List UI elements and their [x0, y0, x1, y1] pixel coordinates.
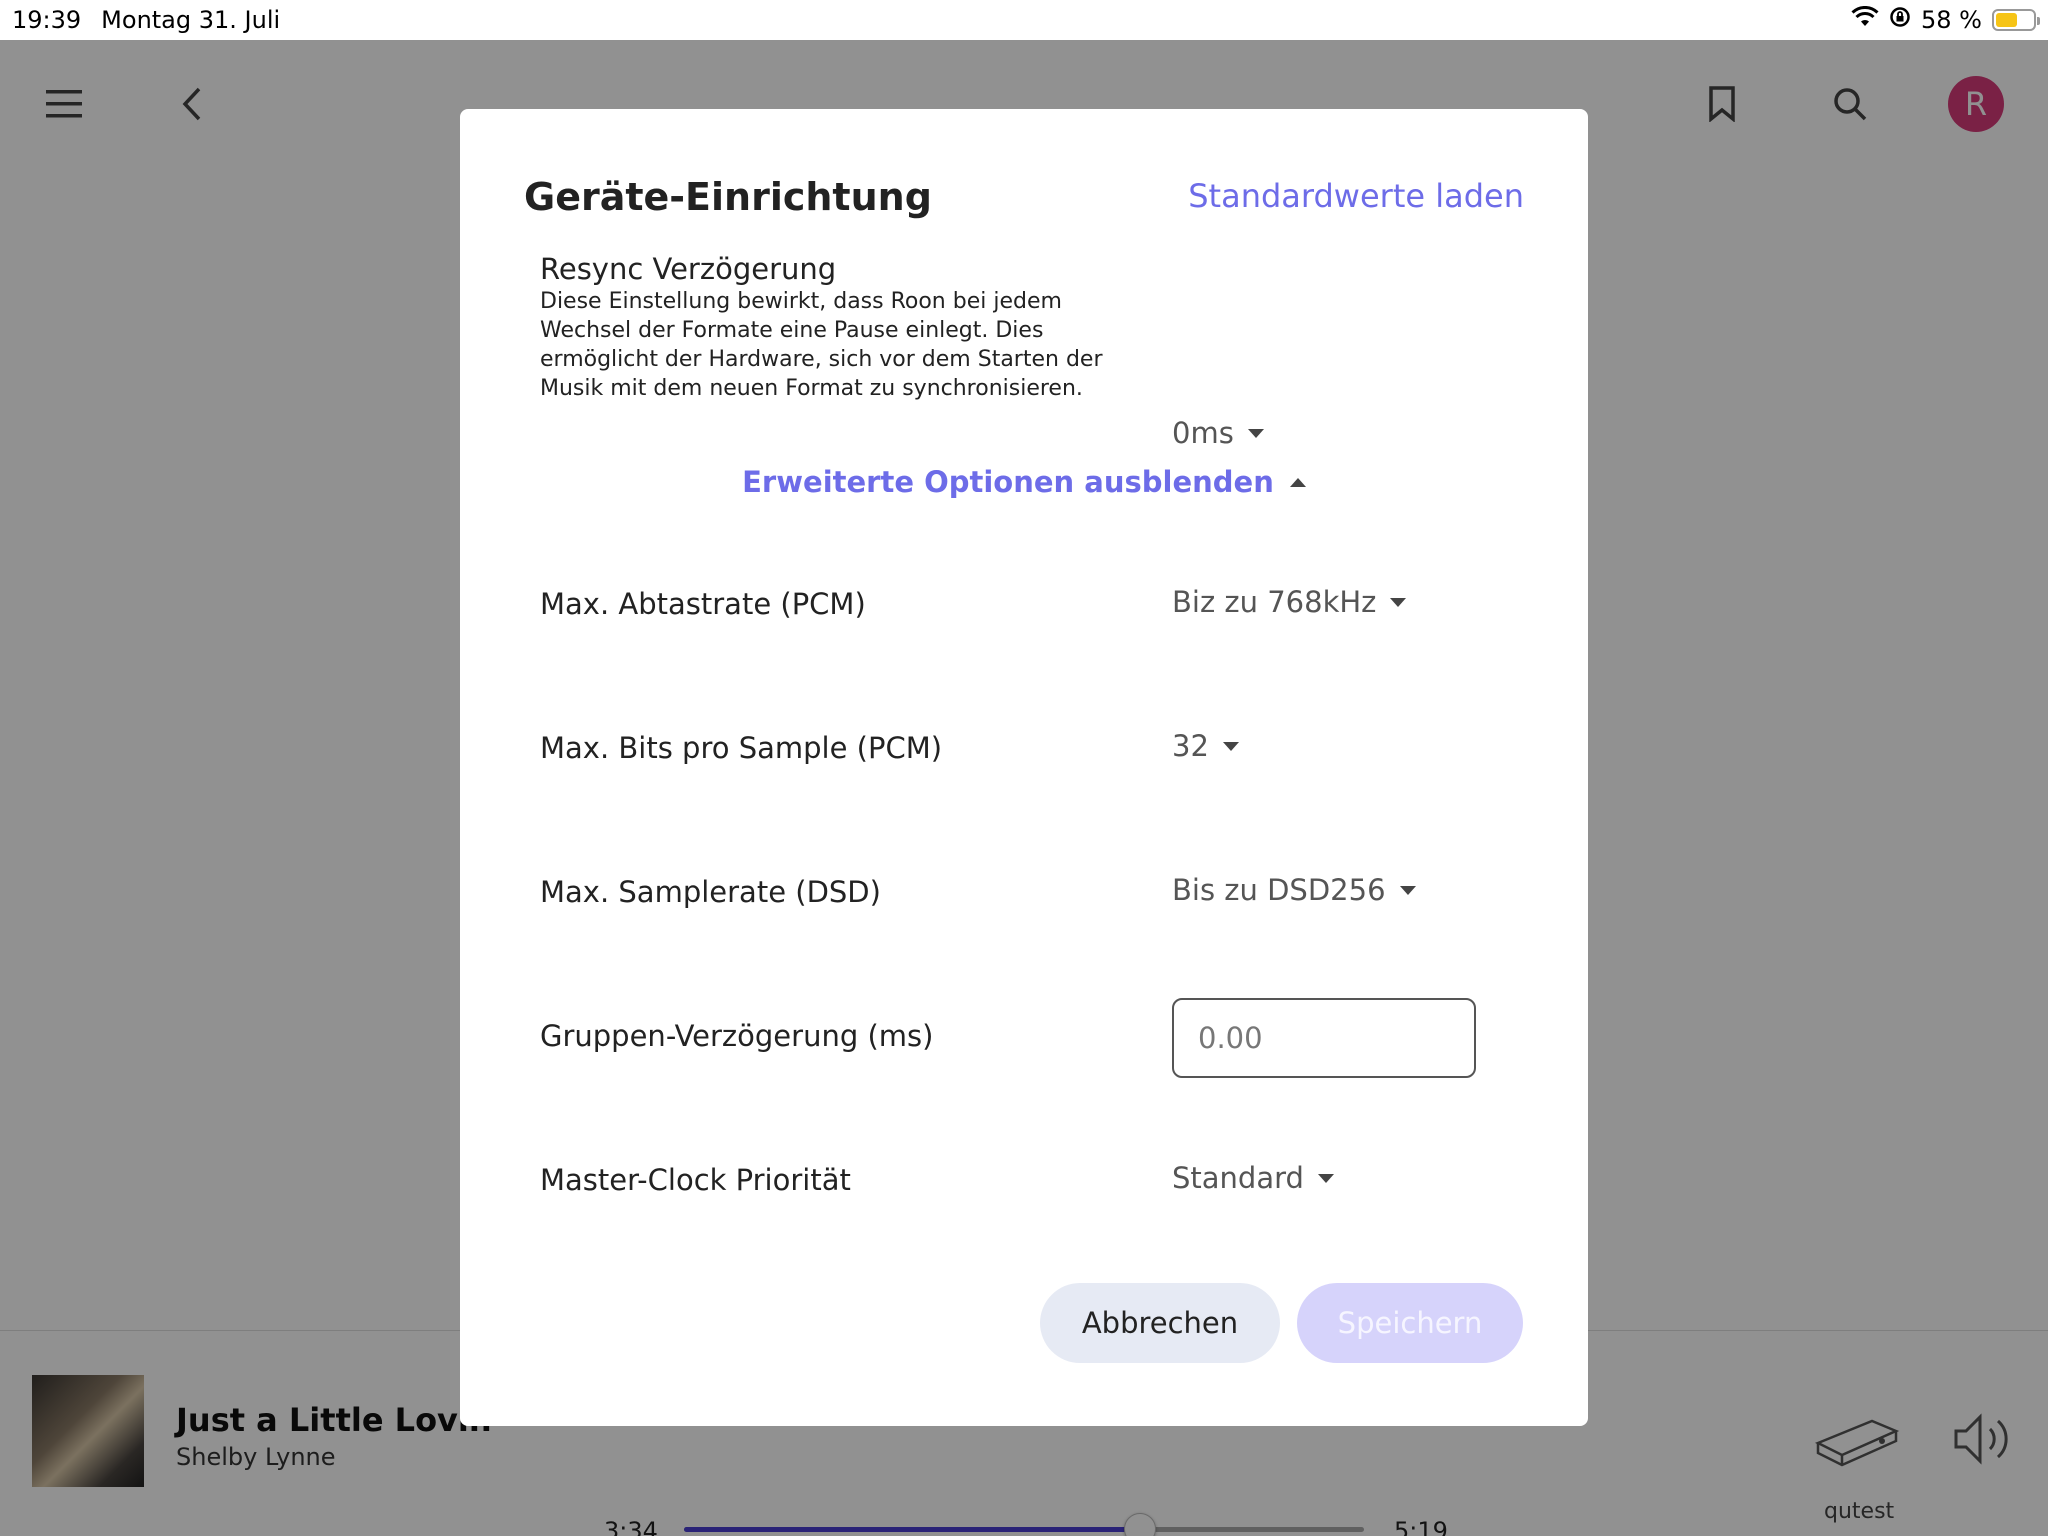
chevron-down-icon [1390, 597, 1407, 607]
master-clock-priority-value: Standard [1172, 1161, 1304, 1195]
status-bar: 19:39 Montag 31. Juli 58 % [0, 0, 2048, 40]
load-defaults-link[interactable]: Standardwerte laden [1188, 177, 1524, 215]
max-bits-pcm-label: Max. Bits pro Sample (PCM) [540, 731, 943, 765]
cancel-button[interactable]: Abbrechen [1040, 1283, 1280, 1363]
resync-delay-label: Resync Verzögerung [540, 252, 837, 286]
chevron-down-icon [1222, 741, 1239, 751]
battery-icon [1992, 9, 2040, 31]
max-sample-rate-pcm-dropdown[interactable]: Biz zu 768kHz [1172, 585, 1407, 619]
max-sample-rate-pcm-label: Max. Abtastrate (PCM) [540, 587, 866, 621]
save-button[interactable]: Speichern [1297, 1283, 1523, 1363]
toggle-advanced-options[interactable]: Erweiterte Optionen ausblenden [460, 465, 1588, 499]
dialog-title: Geräte-Einrichtung [524, 175, 932, 219]
chevron-down-icon [1247, 428, 1264, 438]
resync-delay-value: 0ms [1172, 416, 1234, 450]
resync-delay-dropdown[interactable]: 0ms [1172, 416, 1264, 450]
max-sample-rate-pcm-value: Biz zu 768kHz [1172, 585, 1377, 619]
group-delay-input[interactable] [1172, 998, 1476, 1078]
max-sample-rate-dsd-value: Bis zu DSD256 [1172, 873, 1386, 907]
group-delay-label: Gruppen-Verzögerung (ms) [540, 1019, 934, 1053]
status-date: Montag 31. Juli [101, 6, 281, 34]
resync-delay-description: Diese Einstellung bewirkt, dass Roon bei… [540, 289, 1103, 401]
max-bits-pcm-dropdown[interactable]: 32 [1172, 729, 1239, 763]
chevron-down-icon [1317, 1173, 1334, 1183]
device-setup-dialog: Geräte-Einrichtung Standardwerte laden R… [460, 109, 1588, 1426]
status-time: 19:39 [12, 6, 82, 34]
max-bits-pcm-value: 32 [1172, 729, 1209, 763]
wifi-icon [1851, 5, 1879, 34]
max-sample-rate-dsd-dropdown[interactable]: Bis zu DSD256 [1172, 873, 1416, 907]
master-clock-priority-dropdown[interactable]: Standard [1172, 1161, 1334, 1195]
battery-percent: 58 % [1921, 6, 1982, 34]
orientation-lock-icon [1889, 6, 1911, 34]
advanced-options-label: Erweiterte Optionen ausblenden [742, 465, 1274, 499]
master-clock-priority-label: Master-Clock Priorität [540, 1163, 851, 1197]
max-sample-rate-dsd-label: Max. Samplerate (DSD) [540, 875, 881, 909]
chevron-up-icon [1289, 477, 1306, 487]
chevron-down-icon [1399, 885, 1416, 895]
